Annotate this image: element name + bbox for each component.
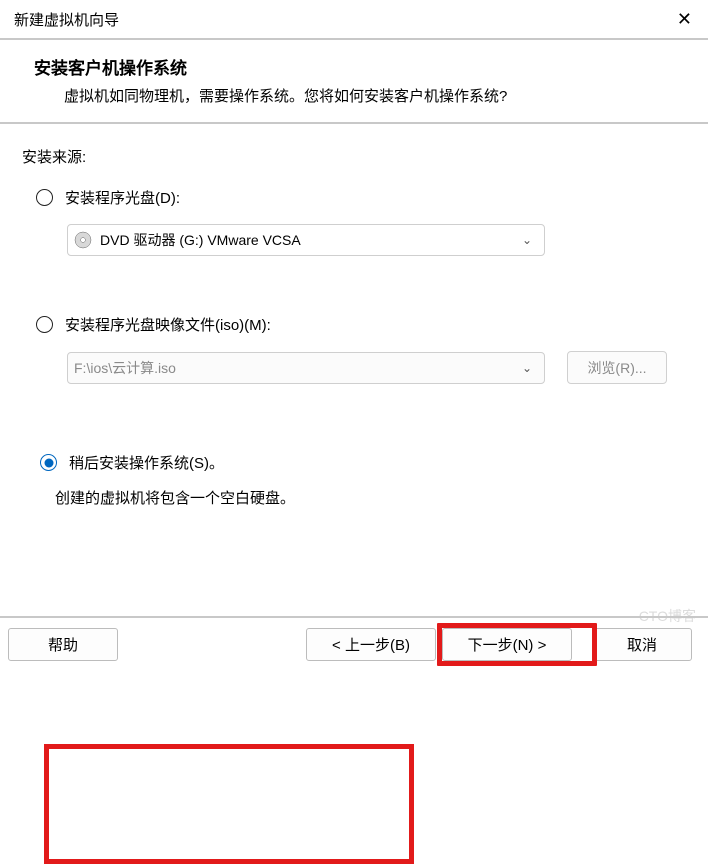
- chevron-down-icon: ⌄: [516, 233, 538, 247]
- wizard-header: 安装客户机操作系统 虚拟机如同物理机，需要操作系统。您将如何安装客户机操作系统?: [0, 40, 708, 124]
- option-iso-row[interactable]: 安装程序光盘映像文件(iso)(M):: [36, 314, 688, 335]
- option-later-wrap: 稍后安装操作系统(S)。 创建的虚拟机将包含一个空白硬盘。: [22, 442, 688, 508]
- wizard-body: 安装来源: 安装程序光盘(D): DVD 驱动器 (G:) VMware VCS…: [0, 124, 708, 508]
- titlebar: 新建虚拟机向导 ✕: [0, 0, 708, 40]
- cancel-button[interactable]: 取消: [592, 628, 692, 661]
- disc-drive-select[interactable]: DVD 驱动器 (G:) VMware VCSA ⌄: [67, 224, 545, 256]
- iso-path-text: F:\ios\云计算.iso: [74, 358, 516, 378]
- option-disc-row[interactable]: 安装程序光盘(D):: [36, 187, 688, 208]
- help-button-label: 帮助: [48, 634, 78, 655]
- disc-icon: [74, 231, 92, 249]
- install-source-label: 安装来源:: [22, 146, 688, 167]
- radio-disc[interactable]: [36, 189, 53, 206]
- option-later-row[interactable]: 稍后安装操作系统(S)。: [40, 452, 688, 473]
- iso-input-row: F:\ios\云计算.iso ⌄ 浏览(R)...: [67, 351, 688, 384]
- chevron-down-icon: ⌄: [516, 361, 538, 375]
- radio-iso[interactable]: [36, 316, 53, 333]
- option-later-label: 稍后安装操作系统(S)。: [69, 452, 224, 473]
- browse-button-label: 浏览(R)...: [587, 358, 646, 378]
- browse-button[interactable]: 浏览(R)...: [567, 351, 667, 384]
- next-button[interactable]: 下一步(N) >: [442, 628, 572, 661]
- highlight-annotation: [44, 744, 414, 864]
- iso-path-select[interactable]: F:\ios\云计算.iso ⌄: [67, 352, 545, 384]
- back-button[interactable]: < 上一步(B): [306, 628, 436, 661]
- next-button-label: 下一步(N) >: [468, 634, 547, 655]
- option-disc-label: 安装程序光盘(D):: [65, 187, 180, 208]
- next-button-wrap: 下一步(N) >: [442, 628, 592, 661]
- wizard-footer: 帮助 < 上一步(B) 下一步(N) > 取消: [0, 616, 708, 670]
- option-later-desc: 创建的虚拟机将包含一个空白硬盘。: [55, 487, 688, 508]
- header-title: 安装客户机操作系统: [34, 54, 688, 79]
- cancel-button-label: 取消: [627, 634, 657, 655]
- close-icon[interactable]: ✕: [677, 10, 692, 28]
- radio-later[interactable]: [40, 454, 57, 471]
- window-title: 新建虚拟机向导: [14, 9, 119, 30]
- help-button[interactable]: 帮助: [8, 628, 118, 661]
- back-button-label: < 上一步(B): [332, 634, 410, 655]
- header-subtitle: 虚拟机如同物理机，需要操作系统。您将如何安装客户机操作系统?: [34, 85, 688, 106]
- disc-drive-text: DVD 驱动器 (G:) VMware VCSA: [100, 230, 516, 250]
- option-iso-label: 安装程序光盘映像文件(iso)(M):: [65, 314, 271, 335]
